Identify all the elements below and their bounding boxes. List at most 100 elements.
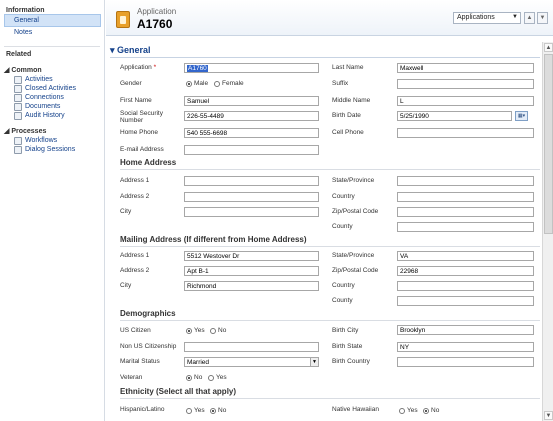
subsection-divider [120,320,540,321]
form-selector[interactable]: Applications ▼ [453,12,521,24]
nav-general-link[interactable]: General [4,14,101,27]
form-body: ▾ General Application * A1760 Last Name … [106,42,543,421]
nav-connections[interactable]: Connections [0,93,104,102]
form-scrollbar[interactable]: ▲ ▼ [542,42,553,421]
radio-no-label: No [218,407,227,414]
application-label-text: Application [120,64,152,71]
mail-state-field[interactable]: VA [397,251,534,261]
home-city-label: City [120,208,132,215]
mail-address1-field[interactable]: 5512 Westover Dr [184,251,319,261]
application-field[interactable]: A1760 [184,63,319,73]
radio-yes-label: Yes [194,407,205,414]
radio-checked-icon [186,374,192,381]
nav-notes-link[interactable]: Notes [0,27,104,38]
nav-closed-activities[interactable]: Closed Activities [0,84,104,93]
birth-city-field[interactable]: Brooklyn [397,325,534,335]
mail-zip-field[interactable]: 22968 [397,266,534,276]
next-record-button[interactable]: ▼ [537,12,548,24]
nav-item-label: Documents [25,103,61,110]
home-address1-field[interactable] [184,176,319,186]
gender-male-radio[interactable]: Male [186,80,208,87]
scrollbar-thumb[interactable] [544,54,553,234]
workflows-icon [14,136,22,145]
mail-city-field[interactable]: Richmond [184,281,319,291]
hispanic-yes-radio[interactable]: Yes [186,407,205,414]
middle-name-field[interactable]: L [397,96,534,106]
birth-date-field[interactable]: 5/25/1990 [397,111,512,121]
email-field[interactable] [184,145,319,155]
dialog-sessions-icon [14,145,22,154]
birth-country-label: Birth Country [332,358,370,365]
home-country-field[interactable] [397,192,534,202]
hispanic-no-radio[interactable]: No [210,407,226,414]
home-county-field[interactable] [397,222,534,232]
suffix-field[interactable] [397,79,534,89]
veteran-no-radio[interactable]: No [186,374,202,381]
non-us-citizenship-field[interactable] [184,342,319,352]
nav-audit-history[interactable]: Audit History [0,111,104,120]
radio-yes-label: Yes [194,327,205,334]
hawaiian-label: Native Hawaiian [332,406,379,413]
record-header: Application A1760 Applications ▼ ▲ ▼ [106,0,553,36]
home-phone-field[interactable]: 540 555-6698 [184,128,319,138]
scroll-down-icon[interactable]: ▼ [544,411,553,420]
radio-checked-icon [210,407,216,414]
calendar-icon[interactable]: ▦▾ [515,111,528,121]
hawaiian-yes-radio[interactable]: Yes [399,407,418,414]
nav-workflows[interactable]: Workflows [0,136,104,145]
application-label: Application * [120,64,156,71]
home-address1-label: Address 1 [120,177,150,184]
home-address2-field[interactable] [184,192,319,202]
form-selector-value: Applications [457,14,495,21]
last-name-field[interactable]: Maxwell [397,63,534,73]
veteran-yes-radio[interactable]: Yes [208,374,227,381]
nav-item-label: Connections [25,94,64,101]
home-zip-field[interactable] [397,207,534,217]
nav-common-group[interactable]: ◢ Common [0,63,104,75]
home-state-label: State/Province [332,177,375,184]
ssn-field[interactable]: 226-55-4489 [184,111,319,121]
nav-processes-label: Processes [11,128,47,135]
radio-checked-icon [186,80,192,87]
mail-address2-field[interactable]: Apt B-1 [184,266,319,276]
nav-processes-group[interactable]: ◢ Processes [0,124,104,136]
demographics-header: Demographics [120,309,176,318]
us-citizen-yes-radio[interactable]: Yes [186,327,205,334]
section-divider [110,57,540,58]
birth-state-field[interactable]: NY [397,342,534,352]
nav-item-label: Dialog Sessions [25,146,76,153]
birth-country-field[interactable] [397,357,534,367]
gender-female-radio[interactable]: Female [214,80,244,87]
documents-icon [14,102,22,111]
mail-county-field[interactable] [397,296,534,306]
nav-related-header: Related [6,51,32,58]
nav-activities[interactable]: Activities [0,75,104,84]
home-state-field[interactable] [397,176,534,186]
mail-county-label: County [332,297,353,304]
nav-separator [4,46,100,47]
us-citizen-no-radio[interactable]: No [210,327,226,334]
mail-country-field[interactable] [397,281,534,291]
gender-male-label: Male [194,80,209,87]
non-us-citizenship-label: Non US Citizenship [120,343,177,350]
section-general-header[interactable]: ▾ General [110,45,151,56]
previous-record-button[interactable]: ▲ [524,12,535,24]
hawaiian-no-radio[interactable]: No [423,407,439,414]
us-citizen-label: US Citizen [120,327,151,334]
cell-phone-field[interactable] [397,128,534,138]
scroll-up-icon[interactable]: ▲ [544,43,553,52]
marital-status-select[interactable]: Married ▼ [184,357,319,367]
mail-city-label: City [120,282,132,289]
application-value: A1760 [187,65,208,72]
first-name-field[interactable]: Samuel [184,96,319,106]
nav-item-label: Workflows [25,137,58,144]
nav-dialog-sessions[interactable]: Dialog Sessions [0,145,104,154]
mail-zip-label: Zip/Postal Code [332,267,379,274]
nav-common-label: Common [11,67,42,74]
home-address2-label: Address 2 [120,193,150,200]
radio-checked-icon [423,407,429,414]
last-name-label: Last Name [332,64,364,71]
home-city-field[interactable] [184,207,319,217]
nav-documents[interactable]: Documents [0,102,104,111]
email-label: E-mail Address [120,146,164,153]
